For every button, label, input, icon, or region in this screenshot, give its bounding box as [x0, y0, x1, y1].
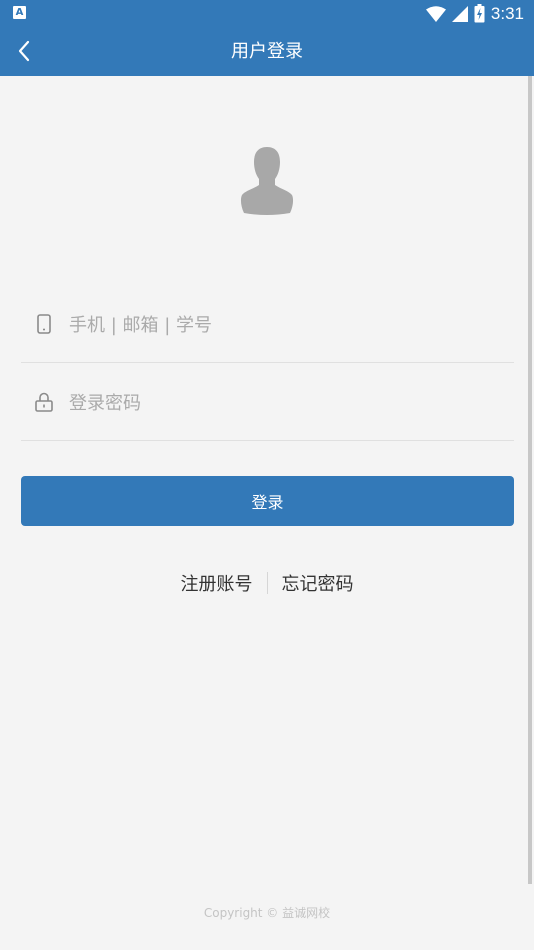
avatar	[238, 145, 296, 215]
status-icons: 3:31	[425, 3, 524, 24]
account-field	[21, 285, 514, 363]
login-button[interactable]: 登录	[21, 476, 514, 526]
app-notification-icon: A	[13, 6, 26, 19]
register-link[interactable]: 注册账号	[167, 570, 267, 596]
password-field	[21, 363, 514, 441]
scrollbar[interactable]	[528, 76, 532, 884]
phone-icon	[34, 313, 54, 335]
account-input[interactable]	[69, 305, 499, 345]
page-title: 用户登录	[231, 41, 303, 62]
user-silhouette-icon	[240, 147, 294, 215]
wifi-icon	[425, 5, 446, 22]
copyright-text: Copyright © 益诚网校	[203, 906, 331, 920]
app-bar: 用户登录	[0, 27, 534, 76]
auth-links: 注册账号 忘记密码	[0, 568, 534, 598]
battery-charging-icon	[474, 4, 485, 23]
status-bar: A 3:31	[0, 0, 534, 27]
lock-icon	[34, 391, 54, 413]
forgot-password-link[interactable]: 忘记密码	[268, 570, 368, 596]
password-input[interactable]	[69, 383, 499, 423]
status-time: 3:31	[490, 4, 524, 23]
signal-icon	[451, 5, 468, 22]
